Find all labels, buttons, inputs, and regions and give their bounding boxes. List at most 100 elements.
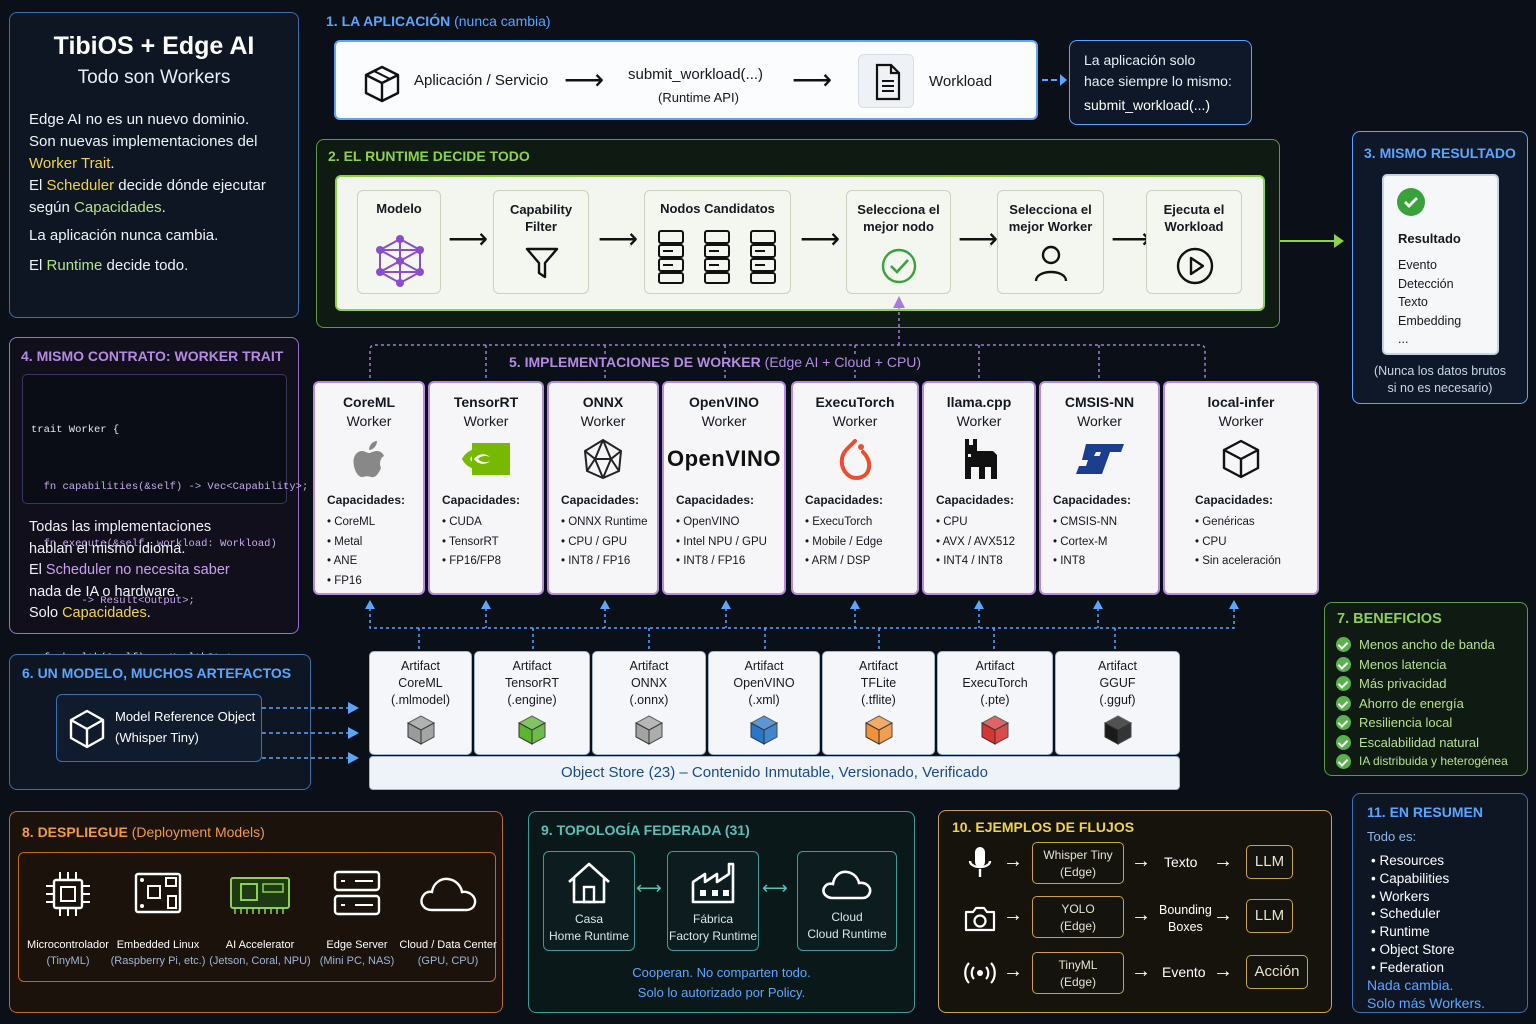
result-item: Detección — [1398, 276, 1454, 291]
capability-list: CUDATensorRTFP16/FP8 — [442, 513, 501, 572]
app-api-sub: (Runtime API) — [658, 90, 739, 105]
house-icon — [568, 862, 610, 904]
worker-onnx: ONNXWorker Capacidades: ONNX RuntimeCPU … — [547, 381, 659, 595]
green-arrow — [1280, 240, 1336, 242]
model-reference-label: Model Reference Object — [115, 709, 256, 724]
step-select-worker: Selecciona el mejor Worker — [997, 190, 1104, 294]
capability-list: ExecuTorchMobile / EdgeARM / DSP — [805, 513, 883, 572]
workers-title: 5. IMPLEMENTACIONES DE WORKER (Edge AI +… — [505, 354, 926, 370]
capability-list: CPUAVX / AVX512INT4 / INT8 — [936, 513, 1015, 572]
check-circle-icon — [881, 248, 917, 284]
summary-list: • Resources • Capabilities • Workers • S… — [1371, 853, 1455, 975]
step-execute: Ejecuta el Workload — [1146, 190, 1242, 294]
benefits-title: 7. BENEFICIOS — [1337, 611, 1442, 627]
check-icon — [1336, 695, 1351, 711]
microphone-icon — [968, 847, 992, 877]
flow-final-box: LLM — [1246, 899, 1293, 933]
benefit-item: Ahorro de energía — [1336, 694, 1508, 714]
check-icon — [1336, 734, 1351, 750]
arrow-icon: ⟶ — [800, 223, 841, 254]
flow-model-box: Whisper Tiny (Edge) — [1032, 842, 1124, 884]
bidirectional-arrow-icon: ⟷ — [636, 878, 662, 898]
pytorch-logo-icon — [793, 435, 917, 483]
factory-icon — [691, 862, 735, 904]
result-item: ... — [1398, 332, 1409, 347]
bidirectional-arrow-icon: ⟷ — [762, 878, 788, 898]
cloud-icon — [822, 870, 872, 900]
cloud-icon — [420, 877, 477, 912]
code-line: trait Worker { — [31, 424, 120, 436]
benefit-item: Escalabilidad natural — [1336, 733, 1508, 753]
arrow-icon: ⟶ — [598, 223, 639, 254]
worker-llamacpp: llama.cppWorker Capacidades: CPUAVX / AV… — [922, 381, 1036, 595]
intro-panel: TibiOS + Edge AI Todo son Workers Edge A… — [9, 12, 299, 318]
summary-lead: Todo es: — [1367, 829, 1417, 844]
step-capability-filter: Capability Filter — [493, 190, 589, 294]
result-note: (Nunca los datos brutos — [1373, 364, 1506, 378]
flow-final-box: Acción — [1246, 955, 1308, 989]
summary-panel: 11. EN RESUMEN Todo es: • Resources • Ca… — [1352, 793, 1528, 1013]
code-line: fn capabilities(&self) -> Vec<Capability… — [31, 481, 309, 493]
deploy-ai-accelerator: AI Accelerator (Jetson, Coral, NPU) — [205, 866, 315, 969]
step-select-node: Selecciona el mejor nodo — [846, 190, 951, 294]
check-icon — [1336, 676, 1351, 692]
arrow-icon: → — [1131, 960, 1151, 982]
contract-title: 4. MISMO CONTRATO: WORKER TRAIT — [21, 348, 284, 364]
code-block: trait Worker { fn capabilities(&self) ->… — [22, 374, 309, 721]
artifact-card: Artifact ExecuTorch (.pte) — [937, 651, 1053, 755]
intro-text: Edge AI no es un nuevo dominio. Son nuev… — [29, 111, 266, 274]
server-rack-icon — [658, 230, 776, 284]
model-title: 6. UN MODELO, MUCHOS ARTEFACTOS — [22, 665, 292, 681]
app-note-line: hace siempre lo mismo: — [1084, 73, 1232, 89]
arrow-head — [1334, 234, 1344, 248]
check-icon — [1336, 637, 1351, 653]
topology-note: Cooperan. No comparten todo. — [632, 965, 811, 980]
benefit-item: IA distribuida y heterogénea — [1336, 752, 1508, 772]
result-title: 3. MISMO RESULTADO — [1364, 145, 1516, 161]
capability-list: CoreMLMetalANEFP16 — [327, 513, 376, 591]
cube-icon — [517, 715, 547, 745]
onnx-logo-icon — [549, 435, 657, 483]
topology-node-home: Casa Home Runtime — [543, 851, 635, 951]
capability-list: ONNX RuntimeCPU / GPUINT8 / FP16 — [561, 513, 647, 572]
arrow-icon: → — [1213, 960, 1233, 982]
benefit-item: Menos latencia — [1336, 655, 1508, 675]
app-workload-label: Workload — [929, 73, 993, 90]
topology-note: Solo lo autorizado por Policy. — [637, 985, 806, 1000]
artifact-card: Artifact CoreML (.mlmodel) — [369, 651, 472, 755]
arrow-icon: → — [1003, 960, 1023, 982]
arrow-icon: → — [1003, 904, 1023, 926]
openvino-logo-icon: OpenVINO — [666, 446, 781, 471]
arrow-head — [1060, 74, 1067, 86]
result-item: Embedding — [1398, 313, 1462, 328]
step-candidate-nodes: Nodos Candidatos — [644, 190, 791, 294]
worker-executorch: ExecuTorchWorker Capacidades: ExecuTorch… — [791, 381, 919, 595]
flow-final-box: LLM — [1246, 845, 1293, 879]
result-note: si no es necesario) — [1387, 381, 1493, 395]
flow-output: Texto — [1164, 854, 1198, 870]
result-list: Evento Detección Texto Embedding ... — [1398, 256, 1461, 349]
arrow-icon: ⟶ — [564, 64, 605, 95]
cube-icon — [749, 715, 779, 745]
benefits-list: Menos ancho de banda Menos latencia Más … — [1336, 635, 1508, 772]
summary-end: Nada cambia. — [1367, 977, 1454, 993]
app-section-title: 1. LA APLICACIÓN (nunca cambia) — [326, 13, 551, 29]
document-icon — [858, 54, 914, 108]
cube-icon — [1165, 435, 1317, 483]
cube-icon — [406, 715, 435, 745]
deploy-cloud: Cloud / Data Center (GPU, CPU) — [393, 866, 503, 969]
contract-panel: 4. MISMO CONTRATO: WORKER TRAIT trait Wo… — [9, 337, 309, 721]
flows-title: 10. EJEMPLOS DE FLUJOS — [952, 819, 1135, 835]
result-item: Texto — [1398, 295, 1428, 310]
arrow-icon: ⟶ — [792, 64, 833, 95]
benefit-item: Resiliencia local — [1336, 713, 1508, 733]
artifact-card: Artifact TFLite (.tflite) — [822, 651, 935, 755]
worker-tensorrt: TensorRTWorker Capacidades: CUDATensorRT… — [428, 381, 544, 595]
artifact-connectors — [365, 600, 1239, 650]
cube-icon — [364, 65, 400, 103]
intro-title: TibiOS + Edge AI — [53, 32, 255, 60]
intro-subtitle: Todo son Workers — [77, 67, 231, 88]
llama-logo-icon — [924, 435, 1034, 483]
benefit-item: Menos ancho de banda — [1336, 635, 1508, 655]
camera-icon — [964, 906, 996, 932]
